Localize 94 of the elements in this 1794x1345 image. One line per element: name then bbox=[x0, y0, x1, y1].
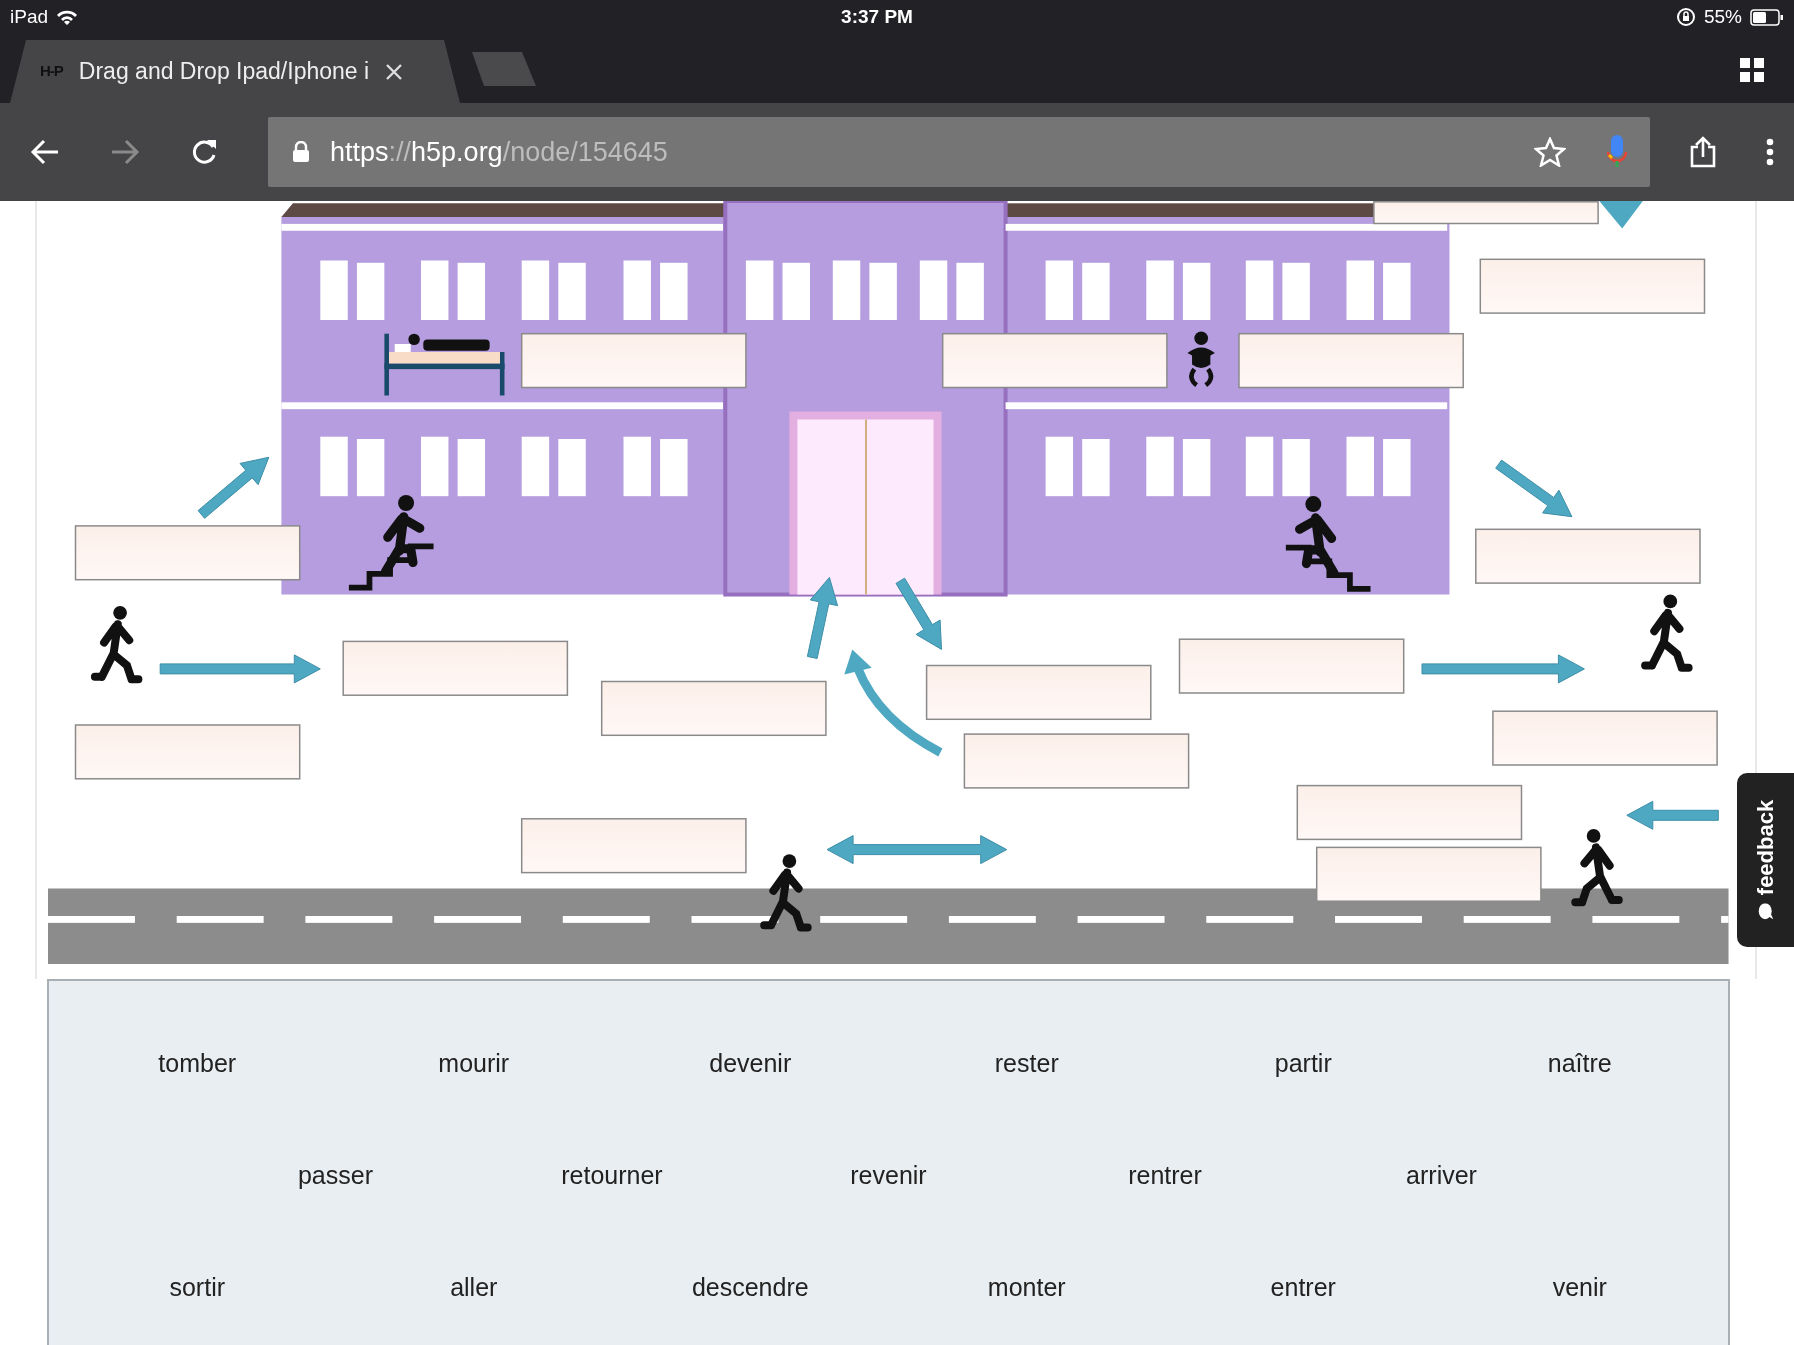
walking-person-icon bbox=[1571, 829, 1623, 907]
wifi-icon bbox=[56, 8, 79, 26]
feedback-label: feedback bbox=[1752, 799, 1779, 895]
drop-zone[interactable] bbox=[963, 733, 1190, 789]
window bbox=[660, 439, 688, 497]
back-icon[interactable] bbox=[30, 139, 60, 165]
curved-arrow-icon bbox=[844, 649, 943, 757]
star-icon[interactable] bbox=[1534, 137, 1566, 167]
arrow-icon bbox=[1421, 654, 1585, 684]
drop-zone[interactable] bbox=[342, 640, 569, 696]
drop-zone[interactable] bbox=[1315, 846, 1542, 902]
draggable-word[interactable]: sortir bbox=[169, 1269, 226, 1305]
drop-zone[interactable] bbox=[1296, 784, 1523, 841]
draggable-word[interactable]: monter bbox=[987, 1269, 1066, 1305]
window bbox=[1082, 439, 1110, 497]
draggable-word[interactable]: retourner bbox=[561, 1157, 663, 1193]
draggable-word[interactable]: venir bbox=[1552, 1269, 1607, 1305]
draggable-word[interactable]: devenir bbox=[709, 1045, 792, 1081]
drop-zone[interactable] bbox=[520, 332, 747, 389]
address-bar[interactable]: https://h5p.org/node/154645 bbox=[268, 117, 1650, 187]
window bbox=[1182, 439, 1211, 497]
drop-zone[interactable] bbox=[1492, 710, 1718, 766]
walking-person-icon bbox=[1641, 594, 1693, 672]
tab-grid-icon[interactable] bbox=[1740, 58, 1764, 82]
arrow-icon bbox=[1495, 459, 1573, 518]
feedback-tab[interactable]: feedback bbox=[1737, 773, 1794, 947]
draggable-word[interactable]: partir bbox=[1274, 1045, 1332, 1081]
window bbox=[1146, 260, 1174, 320]
more-icon[interactable] bbox=[1766, 138, 1774, 166]
drop-zone[interactable] bbox=[1238, 332, 1464, 389]
draggable-word[interactable]: aller bbox=[450, 1269, 498, 1305]
draggable-word[interactable]: rentrer bbox=[1128, 1157, 1202, 1193]
draggable-word[interactable]: revenir bbox=[850, 1157, 927, 1193]
drop-zone[interactable] bbox=[1178, 638, 1405, 694]
share-icon[interactable] bbox=[1690, 136, 1716, 168]
draggable-word[interactable]: entrer bbox=[1270, 1269, 1336, 1305]
draggable-word[interactable]: tomber bbox=[158, 1045, 237, 1081]
window bbox=[421, 260, 449, 320]
status-time: 3:37 PM bbox=[841, 4, 913, 29]
window bbox=[869, 262, 897, 320]
drop-zone[interactable] bbox=[1479, 258, 1706, 314]
window bbox=[558, 439, 586, 497]
drop-zone[interactable] bbox=[74, 724, 301, 780]
bed-icon bbox=[384, 333, 505, 396]
stair-climber-icon bbox=[1285, 496, 1371, 592]
window bbox=[320, 260, 348, 320]
window bbox=[457, 439, 486, 497]
draggable-word[interactable]: naître bbox=[1547, 1045, 1612, 1081]
chat-bubble-icon bbox=[1757, 902, 1774, 921]
microphone-icon[interactable] bbox=[1606, 135, 1628, 169]
arrow-icon bbox=[895, 577, 942, 650]
drop-zone[interactable] bbox=[941, 332, 1168, 389]
arrow-icon bbox=[1599, 201, 1643, 229]
drop-zone[interactable] bbox=[925, 664, 1152, 721]
arrow-icon bbox=[197, 456, 270, 519]
device-name: iPad bbox=[10, 4, 49, 29]
drop-zone[interactable] bbox=[74, 525, 301, 581]
window bbox=[421, 436, 449, 497]
window bbox=[1082, 262, 1110, 320]
draggable-word[interactable]: mourir bbox=[438, 1045, 510, 1081]
window bbox=[1383, 439, 1411, 497]
reload-icon[interactable] bbox=[190, 138, 218, 166]
double-arrow-icon bbox=[826, 835, 1008, 865]
arrow-icon bbox=[159, 654, 321, 684]
lock-icon bbox=[292, 141, 310, 163]
walking-person-icon bbox=[90, 605, 143, 684]
window bbox=[1282, 439, 1310, 497]
baby-icon bbox=[1187, 331, 1215, 388]
walking-person-icon bbox=[760, 854, 812, 932]
rotation-lock-icon bbox=[1675, 7, 1696, 27]
window bbox=[1282, 262, 1310, 320]
window bbox=[1146, 436, 1174, 497]
draggable-word[interactable]: rester bbox=[994, 1045, 1059, 1081]
window bbox=[1383, 262, 1411, 320]
arrow-icon bbox=[806, 576, 839, 659]
window bbox=[660, 262, 688, 320]
stair-climber-icon bbox=[348, 495, 434, 591]
drop-zone[interactable] bbox=[1475, 528, 1701, 584]
arrow-icon bbox=[1626, 800, 1719, 830]
drop-zone[interactable] bbox=[520, 818, 747, 874]
window bbox=[558, 262, 586, 320]
url-text: https://h5p.org/node/154645 bbox=[330, 135, 668, 169]
drop-zone[interactable] bbox=[600, 680, 827, 737]
drop-zone[interactable] bbox=[1373, 201, 1599, 225]
battery-icon bbox=[1750, 8, 1784, 26]
draggable-word[interactable]: descendre bbox=[691, 1269, 809, 1305]
window bbox=[320, 436, 348, 497]
tab-title: Drag and Drop Ipad/Iphone i bbox=[78, 57, 370, 87]
battery-percent: 55% bbox=[1703, 4, 1742, 29]
draggable-word[interactable]: passer bbox=[297, 1157, 373, 1193]
draggable-word[interactable]: arriver bbox=[1406, 1157, 1477, 1193]
window bbox=[956, 262, 984, 320]
window bbox=[356, 439, 385, 497]
close-icon[interactable] bbox=[385, 62, 404, 81]
